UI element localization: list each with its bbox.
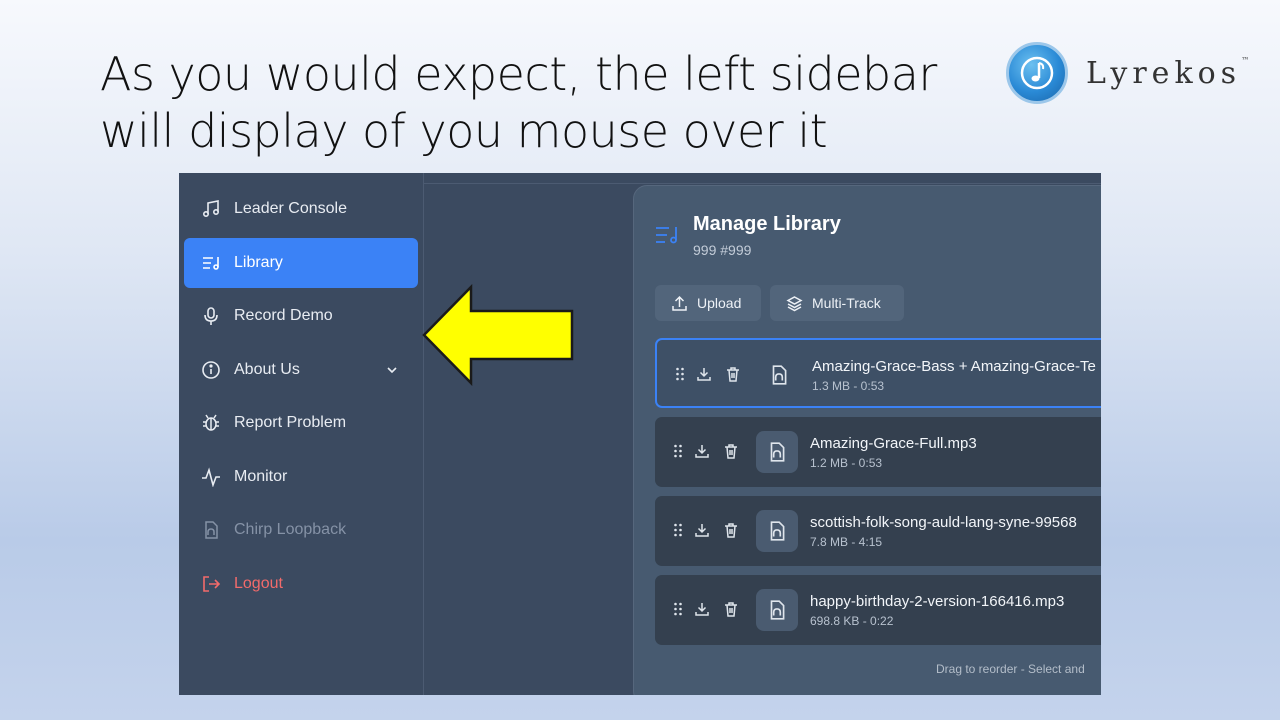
sidebar-item-leader-console[interactable]: Leader Console [184,184,418,234]
drag-handle-icon[interactable] [672,366,688,382]
app-window: Leader Console Library Record Demo About… [179,173,1101,695]
sidebar-item-label: Record Demo [234,307,333,324]
sidebar-item-logout[interactable]: Logout [184,559,418,609]
track-name: scottish-folk-song-auld-lang-syne-99568 [810,514,1077,531]
track-name: Amazing-Grace-Bass + Amazing-Grace-Te [812,358,1096,375]
upload-icon [672,295,687,311]
drag-handle-icon[interactable] [670,601,686,617]
track-row[interactable]: happy-birthday-2-version-166416.mp3 698.… [655,575,1101,645]
drag-handle-icon[interactable] [670,522,686,538]
track-name: happy-birthday-2-version-166416.mp3 [810,593,1065,610]
logout-icon [201,574,221,594]
sidebar-item-label: Logout [234,575,283,592]
trademark-mark: ™ [1241,55,1250,65]
sidebar-item-library[interactable]: Library [184,238,418,288]
info-icon [201,360,221,380]
chevron-down-icon[interactable] [384,362,400,378]
sidebar-item-monitor[interactable]: Monitor [184,452,418,502]
track-row[interactable]: Amazing-Grace-Full.mp3 1.2 MB - 0:53 [655,417,1101,487]
callout-arrow-icon [422,284,574,386]
track-name: Amazing-Grace-Full.mp3 [810,435,977,452]
sidebar-item-record-demo[interactable]: Record Demo [184,291,418,341]
brand-logo [1006,42,1068,104]
download-icon[interactable] [696,366,712,382]
brand-name: Lyrekos [1086,55,1242,91]
audio-file-icon [758,354,800,396]
track-row[interactable]: scottish-folk-song-auld-lang-syne-99568 … [655,496,1101,566]
music-note-icon [1020,56,1054,90]
sidebar-item-report-problem[interactable]: Report Problem [184,398,418,448]
panel-title: Manage Library [693,213,841,235]
track-meta: 698.8 KB - 0:22 [810,614,894,628]
multi-track-label: Multi-Track [812,295,881,311]
music-notes-icon [201,199,221,219]
download-icon[interactable] [694,601,710,617]
upload-label: Upload [697,295,742,311]
sidebar-item-label: Monitor [234,468,288,485]
activity-icon [201,467,221,487]
download-icon[interactable] [694,443,710,459]
audio-file-icon [756,510,798,552]
panel-subtitle: 999 #999 [693,242,752,258]
trash-icon[interactable] [723,443,739,459]
left-sidebar: Leader Console Library Record Demo About… [179,173,424,695]
track-meta: 7.8 MB - 4:15 [810,535,883,549]
sidebar-item-label: Report Problem [234,414,347,431]
manage-library-panel: Manage Library 999 #999 Upload Multi-Tra… [633,185,1101,695]
drag-handle-icon[interactable] [670,443,686,459]
layers-icon [786,295,803,311]
audio-file-icon [756,431,798,473]
sidebar-item-about-us[interactable]: About Us [184,345,418,395]
track-meta: 1.3 MB - 0:53 [812,379,885,393]
audio-file-icon [201,520,221,540]
audio-file-icon [756,589,798,631]
sidebar-item-label: Chirp Loopback [234,521,347,538]
sidebar-item-label: Leader Console [234,200,347,217]
sidebar-item-label: Library [234,254,283,271]
library-list-icon [201,253,221,273]
brand: Lyrekos™ [1006,42,1249,104]
track-meta: 1.2 MB - 0:53 [810,456,883,470]
sidebar-item-chirp-loopback: Chirp Loopback [184,505,418,555]
slide-title: As you would expect, the left sidebar wi… [100,47,937,158]
footer-hint: Drag to reorder - Select and [936,662,1085,676]
trash-icon[interactable] [723,601,739,617]
download-icon[interactable] [694,522,710,538]
track-row[interactable]: Amazing-Grace-Bass + Amazing-Grace-Te 1.… [655,338,1101,408]
sidebar-item-label: About Us [234,361,300,378]
trash-icon[interactable] [723,522,739,538]
multi-track-button[interactable]: Multi-Track [770,285,904,321]
library-list-icon [656,227,677,244]
microphone-icon [201,306,221,326]
bug-icon [201,413,221,433]
header-divider [424,183,1101,184]
upload-button[interactable]: Upload [655,285,761,321]
trash-icon[interactable] [725,366,741,382]
